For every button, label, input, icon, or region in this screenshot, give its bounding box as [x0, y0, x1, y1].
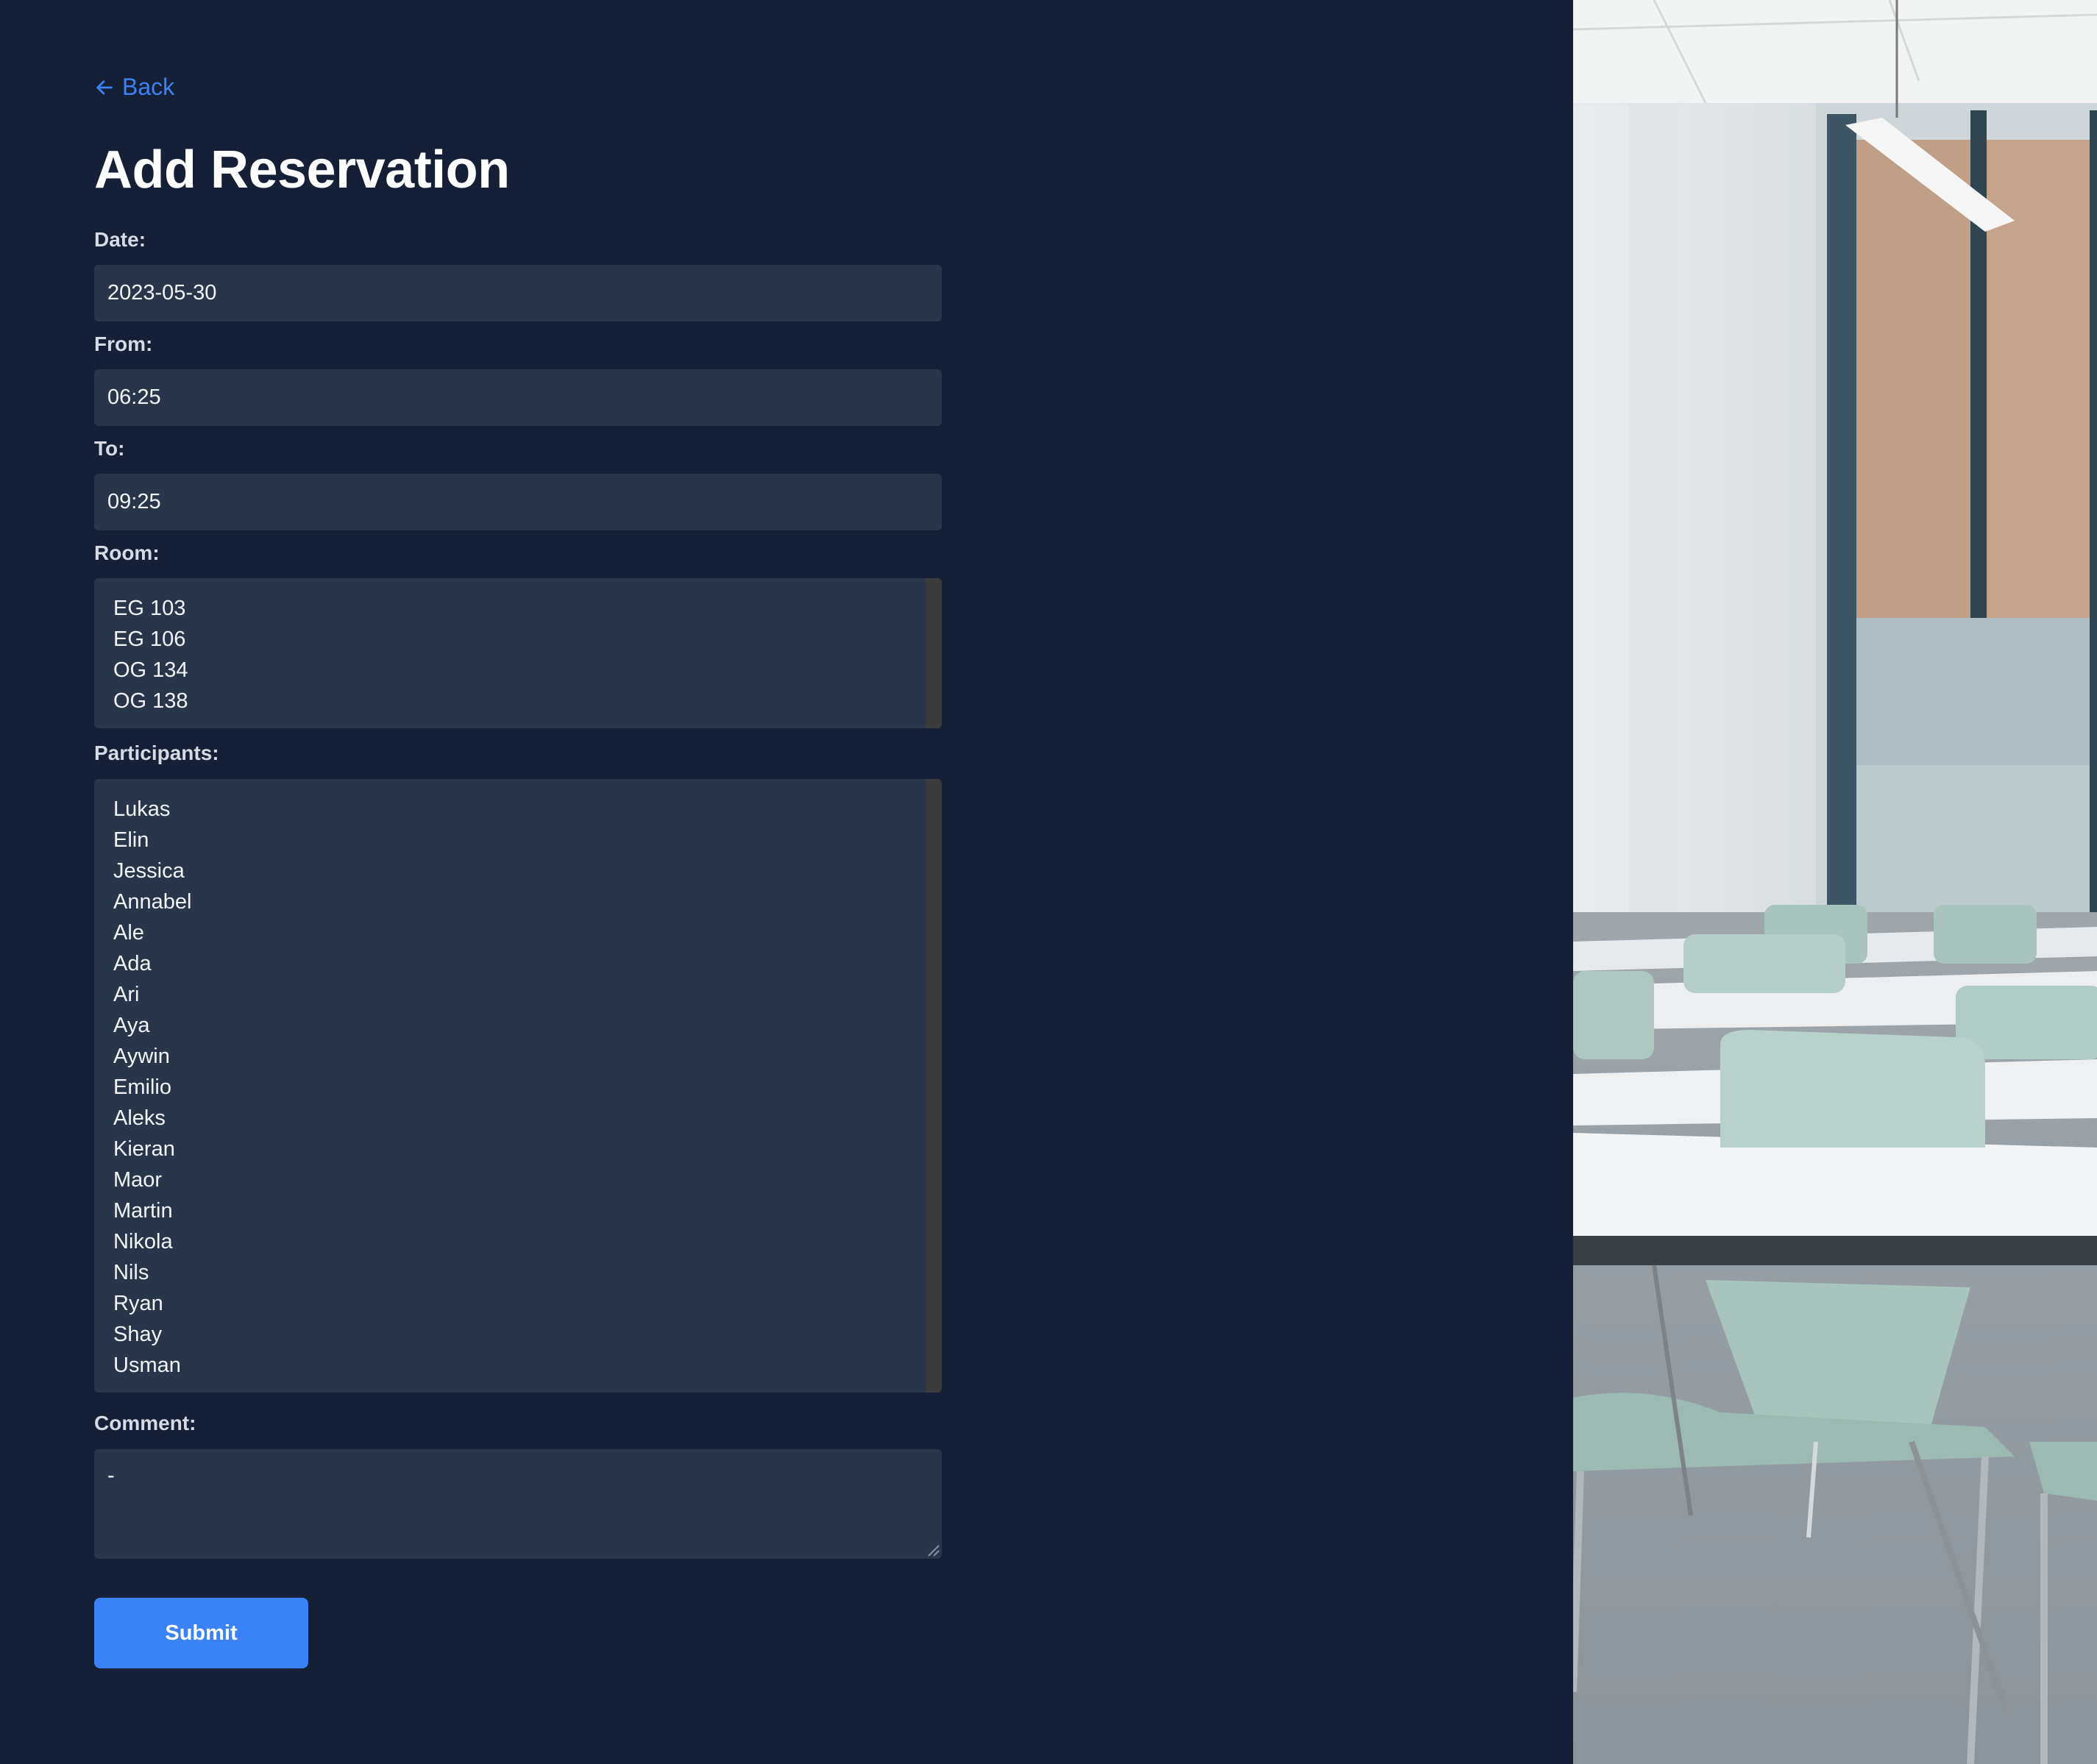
from-label: From: — [94, 332, 153, 355]
participant-option[interactable]: Annabel — [113, 886, 923, 917]
room-option[interactable]: OG 134 — [113, 655, 923, 686]
date-input[interactable]: 2023-05-30 — [94, 265, 942, 321]
submit-button[interactable]: Submit — [94, 1598, 308, 1668]
back-label: Back — [122, 74, 175, 100]
room-select[interactable]: EG 103 EG 106 OG 134 OG 138 — [94, 578, 942, 728]
from-time-input[interactable]: 06:25 — [94, 369, 942, 426]
classroom-photo — [1573, 0, 2097, 1764]
resize-handle-icon[interactable] — [924, 1541, 940, 1557]
comment-textarea[interactable]: - — [94, 1449, 942, 1559]
room-option[interactable]: OG 138 — [113, 686, 923, 716]
participant-option[interactable]: Ryan — [113, 1288, 923, 1319]
participant-option[interactable]: Usman — [113, 1350, 923, 1381]
form-panel: Back Add Reservation Date: 2023-05-30 Fr… — [0, 0, 1573, 1764]
participants-select[interactable]: Lukas Elin Jessica Annabel Ale Ada Ari A… — [94, 779, 942, 1393]
from-value: 06:25 — [107, 385, 161, 409]
participants-scrollbar[interactable] — [926, 779, 942, 1393]
participant-option[interactable]: Nils — [113, 1257, 923, 1288]
participant-option[interactable]: Emilio — [113, 1072, 923, 1103]
participant-option[interactable]: Lukas — [113, 794, 923, 825]
arrow-left-icon — [96, 79, 113, 95]
comment-value: - — [107, 1464, 115, 1487]
classroom-image — [1573, 0, 2097, 1764]
participants-label: Participants: — [94, 741, 219, 764]
participant-option[interactable]: Ada — [113, 948, 923, 979]
participant-option[interactable]: Ari — [113, 979, 923, 1010]
participant-option[interactable]: Jessica — [113, 856, 923, 886]
room-scrollbar[interactable] — [926, 578, 942, 728]
participant-option[interactable]: Shay — [113, 1319, 923, 1350]
to-label: To: — [94, 437, 125, 460]
to-time-input[interactable]: 09:25 — [94, 474, 942, 530]
date-label: Date: — [94, 228, 146, 251]
date-value: 2023-05-30 — [107, 281, 217, 305]
room-option[interactable]: EG 103 — [113, 593, 923, 624]
room-label: Room: — [94, 541, 160, 564]
participant-option[interactable]: Elin — [113, 825, 923, 856]
participant-option[interactable]: Aywin — [113, 1041, 923, 1072]
back-link[interactable]: Back — [94, 74, 174, 101]
comment-label: Comment: — [94, 1412, 196, 1434]
participant-option[interactable]: Maor — [113, 1164, 923, 1195]
participant-option[interactable]: Martin — [113, 1195, 923, 1226]
participant-option[interactable]: Aleks — [113, 1103, 923, 1134]
room-option[interactable]: EG 106 — [113, 624, 923, 655]
participant-option[interactable]: Ale — [113, 917, 923, 948]
participant-option[interactable]: Aya — [113, 1010, 923, 1041]
participant-option[interactable]: Nikola — [113, 1226, 923, 1257]
to-value: 09:25 — [107, 490, 161, 513]
participant-option[interactable]: Kieran — [113, 1134, 923, 1164]
page-title: Add Reservation — [94, 141, 510, 199]
